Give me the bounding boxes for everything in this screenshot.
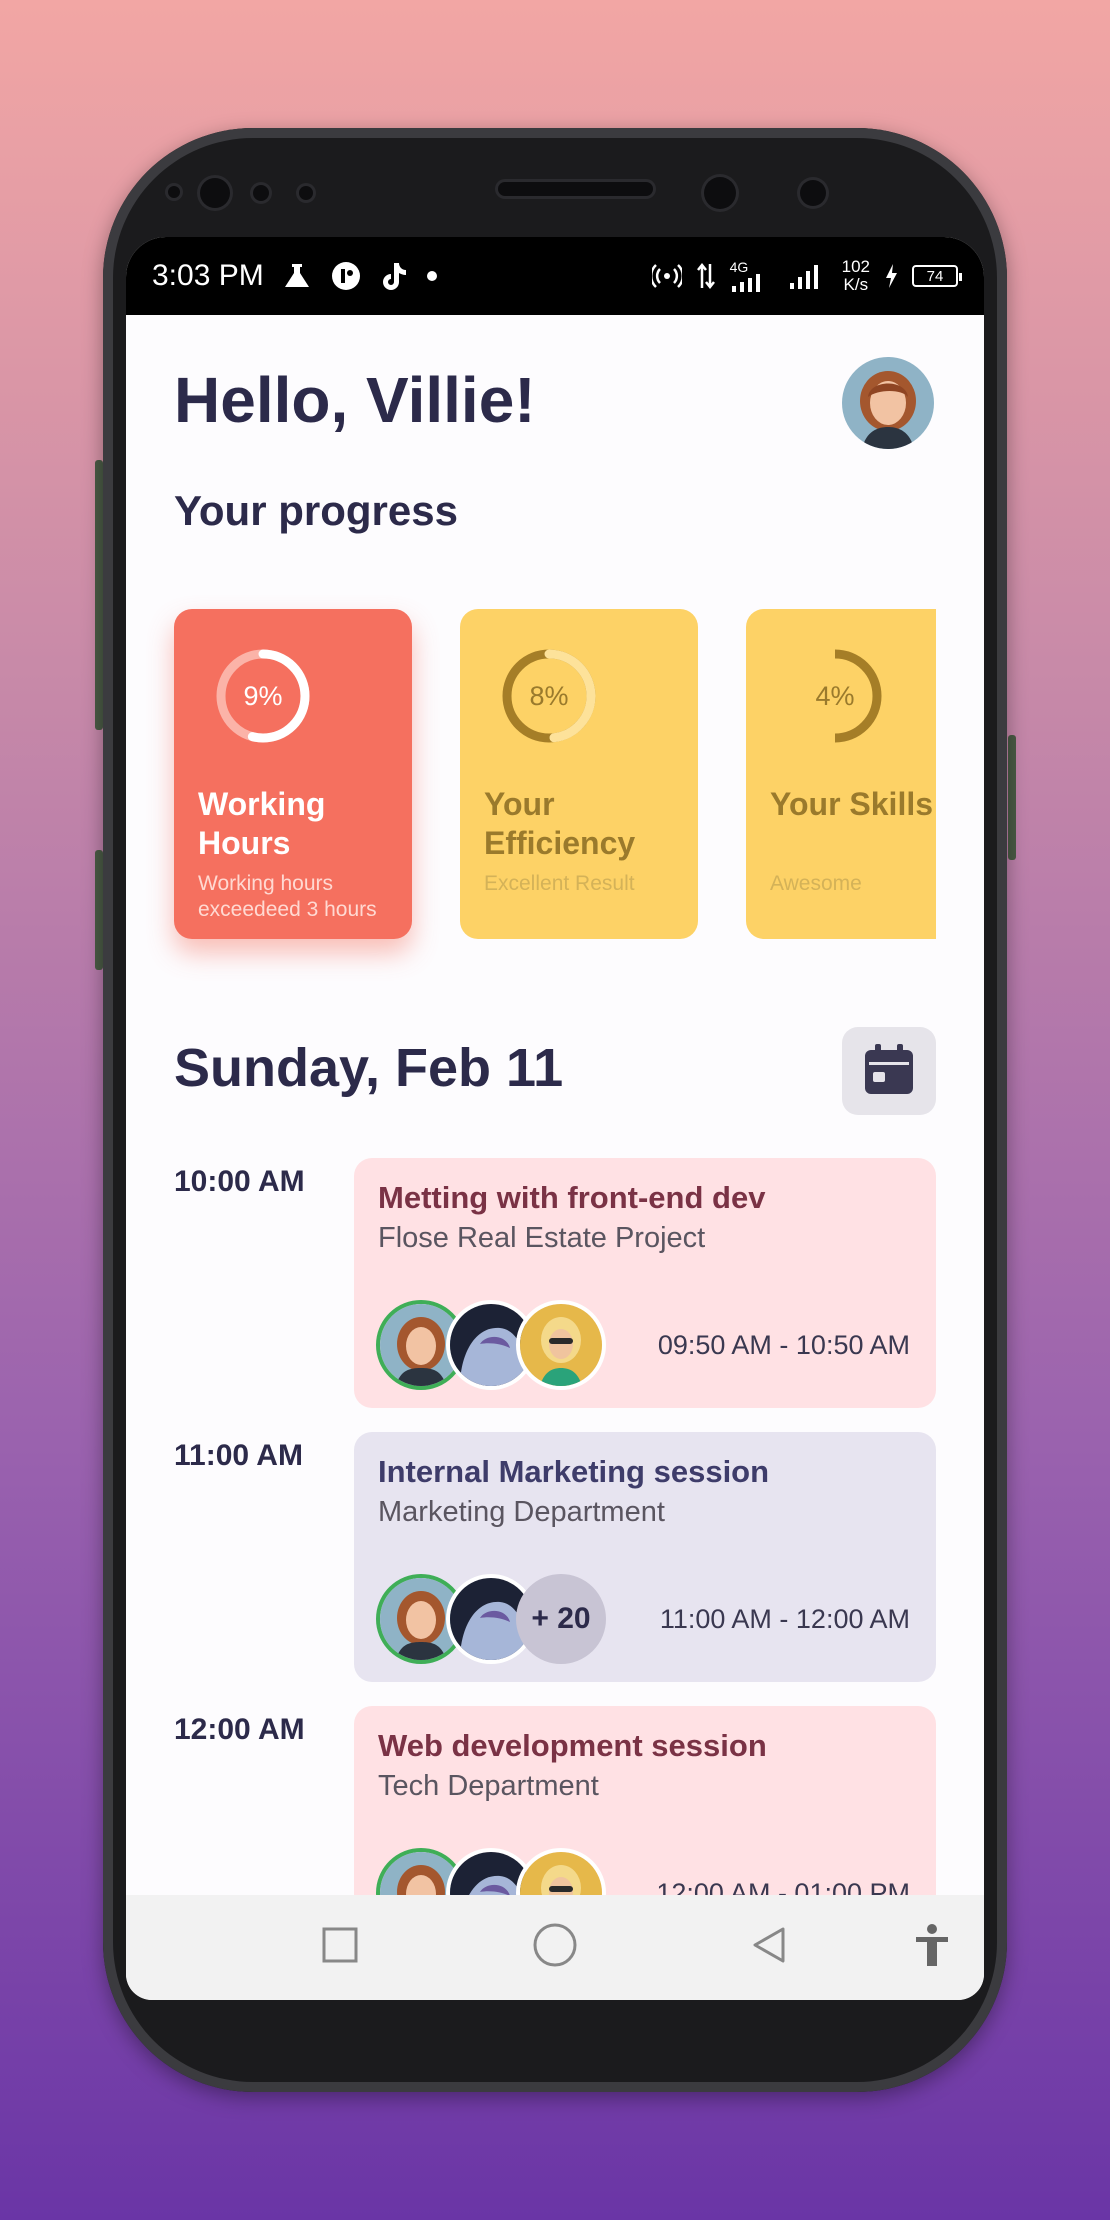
- more-attendees-badge[interactable]: + 20: [516, 1574, 606, 1664]
- system-nav-bar: [126, 1895, 984, 2000]
- earpiece-speaker: [498, 182, 653, 196]
- progress-card-working-hours[interactable]: 9% Working Hours Working hours exceedeed…: [174, 609, 412, 939]
- avatar: [516, 1300, 606, 1390]
- accessibility-icon: [912, 1923, 952, 1972]
- time-slot: 12:00 AM: [174, 1713, 305, 1746]
- progress-percent: 4%: [815, 680, 855, 711]
- time-slot: 11:00 AM: [174, 1439, 303, 1472]
- more-notifications-dot: [426, 270, 438, 282]
- home-content: Hello, Villie! Your progress 9% Working …: [126, 315, 984, 1956]
- card-subtitle: Working hours exceedeed 3 hours: [198, 872, 377, 921]
- card-subtitle: Awesome: [770, 872, 862, 895]
- screen: 3:03 PM 4G 102 K/s 74 Hello, Villie! You…: [126, 237, 984, 2000]
- triangle-back-icon: [749, 1925, 789, 1970]
- flask-icon: [282, 262, 312, 290]
- network-speed-value: 102: [841, 257, 870, 276]
- event-title: Internal Marketing session: [378, 1454, 770, 1489]
- card-subtitle: Excellent Result: [484, 872, 635, 895]
- status-time: 3:03 PM: [152, 259, 264, 292]
- event-time-range: 11:00 AM - 12:00 AM: [659, 1604, 910, 1634]
- avatar[interactable]: [842, 357, 934, 449]
- attendee-avatars: [376, 1300, 606, 1390]
- network-speed: 102 K/s: [842, 258, 870, 294]
- battery-level: 74: [926, 267, 944, 285]
- rear-sensor: [704, 177, 736, 209]
- battery-icon: 74: [912, 265, 962, 287]
- schedule-date: Sunday, Feb 11: [174, 1038, 564, 1098]
- signal-icon-2: [788, 263, 828, 289]
- event-card[interactable]: Internal Marketing session Marketing Dep…: [354, 1432, 936, 1682]
- calendar-button[interactable]: [842, 1027, 936, 1115]
- status-bar: 3:03 PM 4G 102 K/s 74: [126, 237, 984, 315]
- side-button: [95, 850, 103, 970]
- network-speed-unit: K/s: [843, 275, 869, 294]
- event-card[interactable]: Metting with front-end dev Flose Real Es…: [354, 1158, 936, 1408]
- sensor-dot: [168, 186, 180, 198]
- card-title: Your Efficiency: [484, 786, 636, 861]
- back-button[interactable]: [743, 1921, 795, 1973]
- event-subtitle: Marketing Department: [378, 1496, 665, 1528]
- proximity-sensor: [800, 180, 826, 206]
- sensor-dot: [299, 186, 313, 200]
- event-title: Metting with front-end dev: [378, 1180, 766, 1215]
- power-button: [1008, 735, 1016, 860]
- attendee-avatars: + 20: [376, 1574, 606, 1664]
- time-slot: 10:00 AM: [174, 1165, 305, 1198]
- greeting-title: Hello, Villie!: [174, 364, 536, 436]
- charging-icon: [884, 263, 898, 289]
- progress-percent: 9%: [243, 680, 283, 711]
- accessibility-button[interactable]: [906, 1921, 958, 1973]
- event-subtitle: Flose Real Estate Project: [378, 1222, 706, 1254]
- square-icon: [321, 1926, 359, 1969]
- event-time-range: 09:50 AM - 10:50 AM: [657, 1330, 910, 1360]
- recent-apps-button[interactable]: [314, 1921, 366, 1973]
- progress-title: Your progress: [174, 487, 458, 534]
- front-camera: [200, 178, 230, 208]
- progress-card-efficiency[interactable]: 8% Your Efficiency Excellent Result: [460, 609, 698, 939]
- network-type: 4G: [729, 259, 749, 275]
- event-title: Web development session: [378, 1728, 767, 1763]
- calendar-icon: [863, 1042, 915, 1101]
- signal-icon: 4G: [730, 260, 774, 292]
- hotspot-icon: [651, 263, 682, 289]
- circle-icon: [532, 1922, 578, 1973]
- event-subtitle: Tech Department: [378, 1770, 599, 1802]
- app-icon: [330, 260, 362, 292]
- card-title: Your Skills: [770, 786, 934, 822]
- progress-card-skills[interactable]: 4% Your Skills Awesome: [746, 609, 936, 939]
- volume-button: [95, 460, 103, 730]
- progress-percent: 8%: [529, 680, 569, 711]
- card-title: Working Hours: [198, 786, 326, 861]
- sensor-dot: [253, 185, 269, 201]
- tiktok-icon: [380, 261, 408, 291]
- data-transfer-icon: [696, 262, 716, 290]
- home-button[interactable]: [529, 1921, 581, 1973]
